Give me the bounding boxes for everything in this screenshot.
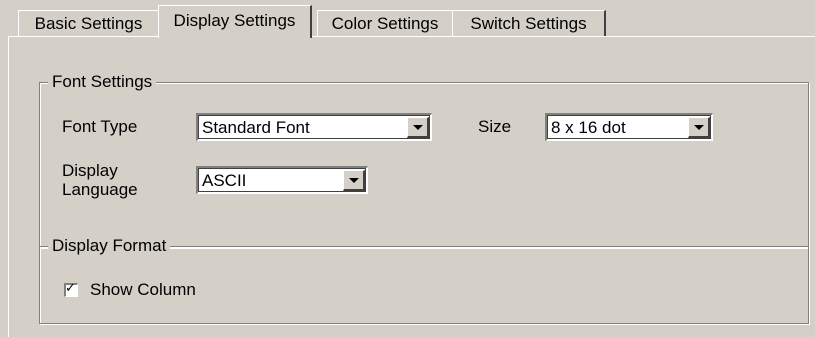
size-label: Size xyxy=(478,117,512,136)
display-language-label: Display Language xyxy=(62,161,138,199)
chevron-down-icon xyxy=(349,178,359,183)
check-icon: ✓ xyxy=(65,281,76,296)
font-type-label: Font Type xyxy=(62,117,138,136)
tab-color-settings[interactable]: Color Settings xyxy=(317,10,454,36)
tab-switch-settings[interactable]: Switch Settings xyxy=(452,10,606,36)
font-settings-legend: Font Settings xyxy=(48,71,157,93)
display-format-group: Display Format ✓ Show Column xyxy=(39,235,809,324)
font-type-dropdown-button[interactable] xyxy=(407,117,429,138)
font-type-value: Standard Font xyxy=(202,118,310,137)
display-language-value: ASCII xyxy=(202,171,247,190)
display-language-label-line1: Display xyxy=(62,161,118,180)
show-column-label[interactable]: Show Column xyxy=(90,280,196,300)
display-language-dropdown-button[interactable] xyxy=(343,170,365,191)
font-settings-group: Font Settings Font Type Standard Font Si… xyxy=(39,71,809,248)
settings-dialog: Basic Settings Display Settings Color Se… xyxy=(0,0,815,337)
display-language-label-line2: Language xyxy=(62,180,138,199)
display-settings-panel: Font Settings Font Type Standard Font Si… xyxy=(8,36,815,337)
display-language-select[interactable]: ASCII xyxy=(196,166,368,194)
tab-display-settings[interactable]: Display Settings xyxy=(158,5,312,38)
size-select[interactable]: 8 x 16 dot xyxy=(545,113,713,141)
show-column-checkbox[interactable]: ✓ xyxy=(64,281,78,297)
size-value: 8 x 16 dot xyxy=(551,118,626,137)
font-type-select[interactable]: Standard Font xyxy=(196,113,432,141)
tab-basic-settings[interactable]: Basic Settings xyxy=(18,10,160,36)
chevron-down-icon xyxy=(694,125,704,130)
display-format-legend: Display Format xyxy=(48,235,171,257)
size-dropdown-button[interactable] xyxy=(688,117,710,138)
chevron-down-icon xyxy=(413,125,423,130)
